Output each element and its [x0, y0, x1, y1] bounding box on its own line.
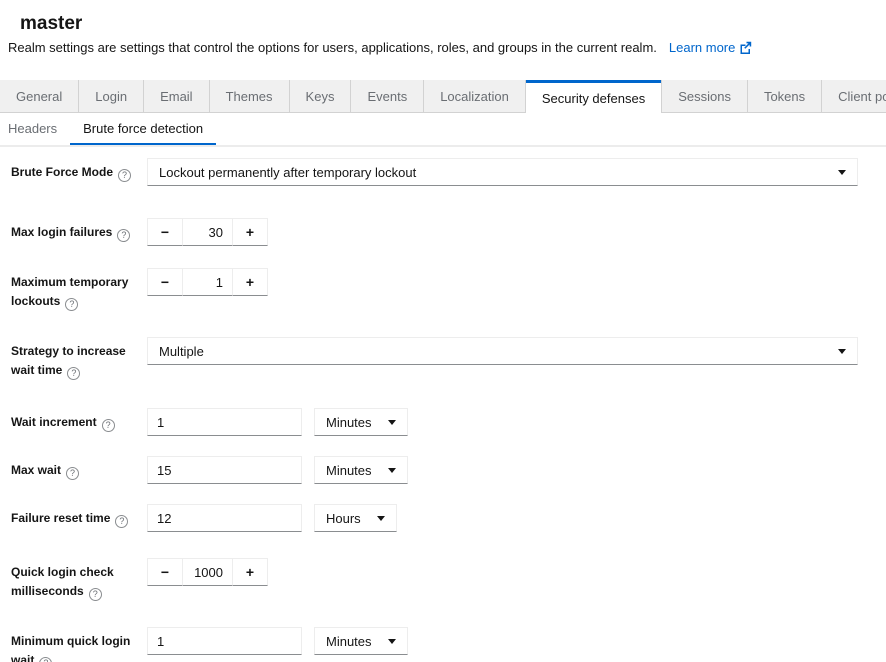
form-row-max-wait: Max wait? Minutes: [11, 456, 858, 484]
caret-down-icon: [838, 349, 846, 354]
help-icon[interactable]: ?: [39, 657, 52, 662]
maximum-temporary-lockouts-input[interactable]: [183, 268, 232, 296]
learn-more-link[interactable]: Learn more: [669, 40, 752, 55]
subtab-divider: [0, 145, 886, 147]
minimum-quick-login-wait-unit-select[interactable]: Minutes: [314, 627, 408, 655]
security-defenses-subtabs: Headers Brute force detection: [8, 113, 216, 146]
caret-down-icon: [377, 516, 385, 521]
brute-force-mode-select[interactable]: Lockout permanently after temporary lock…: [147, 158, 858, 186]
form-row-quick-login-check-milliseconds: Quick login check milliseconds? − +: [11, 558, 858, 601]
help-icon[interactable]: ?: [118, 169, 131, 182]
caret-down-icon: [388, 639, 396, 644]
field-label: Strategy to increase wait time?: [11, 337, 147, 380]
plus-button[interactable]: +: [232, 268, 268, 296]
field-label: Minimum quick login wait?: [11, 627, 147, 662]
form-row-maximum-temporary-lockouts: Maximum temporary lockouts? − +: [11, 268, 858, 311]
failure-reset-time-input[interactable]: [147, 504, 302, 532]
tab-sessions[interactable]: Sessions: [661, 80, 748, 113]
form-row-failure-reset-time: Failure reset time? Hours: [11, 504, 858, 532]
strategy-select[interactable]: Multiple: [147, 337, 858, 365]
form-row-strategy-to-increase-wait-time: Strategy to increase wait time? Multiple: [11, 337, 858, 380]
external-link-icon: [739, 41, 752, 54]
caret-down-icon: [388, 420, 396, 425]
minus-button[interactable]: −: [147, 558, 183, 586]
caret-down-icon: [838, 170, 846, 175]
form-row-minimum-quick-login-wait: Minimum quick login wait? Minutes: [11, 627, 858, 662]
help-icon[interactable]: ?: [65, 298, 78, 311]
caret-down-icon: [388, 468, 396, 473]
max-login-failures-input[interactable]: [183, 218, 232, 246]
max-wait-unit-select[interactable]: Minutes: [314, 456, 408, 484]
help-icon[interactable]: ?: [67, 367, 80, 380]
brute-force-detection-form: Brute Force Mode? Lockout permanently af…: [11, 158, 858, 662]
field-label: Max login failures?: [11, 218, 147, 242]
tab-general[interactable]: General: [0, 80, 79, 113]
minimum-quick-login-wait-input[interactable]: [147, 627, 302, 655]
field-label: Maximum temporary lockouts?: [11, 268, 147, 311]
max-login-failures-stepper: − +: [147, 218, 268, 246]
description-text: Realm settings are settings that control…: [8, 40, 657, 55]
tab-events[interactable]: Events: [351, 80, 424, 113]
help-icon[interactable]: ?: [115, 515, 128, 528]
tab-tokens[interactable]: Tokens: [748, 80, 822, 113]
realm-settings-page: master Realm settings are settings that …: [0, 0, 886, 662]
field-label: Quick login check milliseconds?: [11, 558, 147, 601]
field-label: Failure reset time?: [11, 504, 147, 528]
subtab-headers[interactable]: Headers: [8, 113, 70, 146]
help-icon[interactable]: ?: [66, 467, 79, 480]
wait-increment-unit-select[interactable]: Minutes: [314, 408, 408, 436]
tab-client-policies[interactable]: Client policies: [822, 80, 886, 113]
page-title: master: [20, 13, 82, 35]
quick-login-check-stepper: − +: [147, 558, 268, 586]
wait-increment-input[interactable]: [147, 408, 302, 436]
tab-email[interactable]: Email: [144, 80, 210, 113]
minus-button[interactable]: −: [147, 218, 183, 246]
help-icon[interactable]: ?: [89, 588, 102, 601]
tab-themes[interactable]: Themes: [210, 80, 290, 113]
form-row-wait-increment: Wait increment? Minutes: [11, 408, 858, 436]
help-icon[interactable]: ?: [102, 419, 115, 432]
maximum-temporary-lockouts-stepper: − +: [147, 268, 268, 296]
realm-settings-tabbar: General Login Email Themes Keys Events L…: [0, 80, 886, 113]
form-row-max-login-failures: Max login failures? − +: [11, 218, 858, 246]
field-label: Brute Force Mode?: [11, 158, 147, 182]
page-description: Realm settings are settings that control…: [8, 40, 752, 55]
field-label: Wait increment?: [11, 408, 147, 432]
form-row-brute-force-mode: Brute Force Mode? Lockout permanently af…: [11, 158, 858, 186]
field-label: Max wait?: [11, 456, 147, 480]
tab-security-defenses[interactable]: Security defenses: [526, 80, 661, 113]
quick-login-check-input[interactable]: [183, 558, 232, 586]
help-icon[interactable]: ?: [117, 229, 130, 242]
max-wait-input[interactable]: [147, 456, 302, 484]
tab-localization[interactable]: Localization: [424, 80, 526, 113]
plus-button[interactable]: +: [232, 558, 268, 586]
tab-keys[interactable]: Keys: [290, 80, 352, 113]
tab-login[interactable]: Login: [79, 80, 144, 113]
subtab-brute-force-detection[interactable]: Brute force detection: [70, 113, 216, 146]
plus-button[interactable]: +: [232, 218, 268, 246]
minus-button[interactable]: −: [147, 268, 183, 296]
failure-reset-time-unit-select[interactable]: Hours: [314, 504, 397, 532]
